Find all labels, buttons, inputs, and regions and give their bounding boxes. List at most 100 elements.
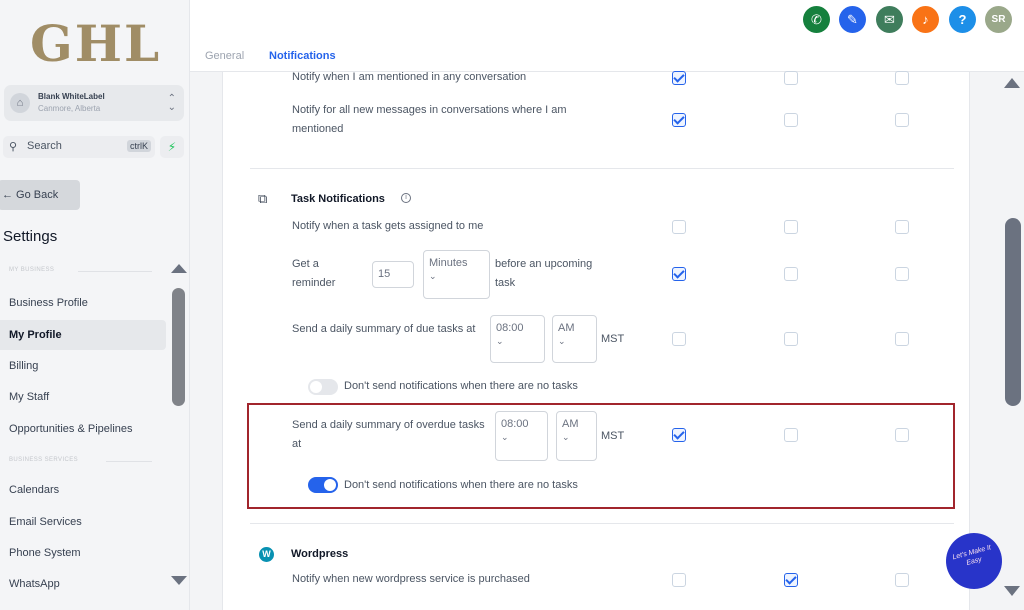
due-timezone: MST [601,333,625,345]
sidebar-scrollbar-thumb[interactable] [172,288,185,406]
checkbox-mention-col2[interactable] [784,71,798,85]
settings-title: Settings [3,228,58,245]
due-no-tasks-toggle[interactable] [308,379,338,395]
search-icon: ⚲ [9,141,18,153]
divider [106,461,152,462]
reminder-suffix: before an upcoming task [495,258,593,289]
divider [250,168,954,169]
checkbox-assigned-col2[interactable] [784,220,798,234]
sidebar-item-my-staff[interactable]: My Staff [0,382,166,412]
overdue-no-tasks-label: Don't send notifications when there are … [344,479,578,491]
bell-icon[interactable]: ♪ [912,6,939,33]
checkbox-due-col2[interactable] [784,332,798,346]
checkbox-overdue-col3[interactable] [895,428,909,442]
account-avatar-icon: ⌂ [10,93,30,113]
checkbox-wordpress-col1[interactable] [672,573,686,587]
overdue-timezone: MST [601,430,625,442]
scroll-down-icon[interactable] [1004,586,1020,596]
chevron-down-icon: ⌄ [558,336,566,346]
reminder-unit-select[interactable]: Minutes ⌄ [423,250,490,299]
checkbox-due-col3[interactable] [895,332,909,346]
toggle-knob [310,381,322,393]
sidebar-item-billing[interactable]: Billing [0,351,166,381]
overdue-summary-label: Send a daily summary of overdue tasks at [292,419,485,450]
sidebar-item-opportunities-pipelines[interactable]: Opportunities & Pipelines [0,414,166,444]
chevron-down-icon: ⌄ [501,432,509,442]
sidebar-scroll-up-icon[interactable] [171,264,187,273]
overdue-time-select[interactable]: 08:00 ⌄ [495,411,548,461]
section-label-my-business: MY BUSINESS [9,267,55,273]
user-avatar[interactable]: SR [985,6,1012,33]
row-mentioned-conversation: Notify when I am mentioned in any conver… [292,71,527,83]
chevron-down-icon: ⌄ [429,271,437,281]
search-input[interactable]: ⚲ Search ctrlK [3,136,155,158]
divider [250,523,954,524]
scroll-up-icon[interactable] [1004,78,1020,88]
sidebar-item-my-profile[interactable]: My Profile [0,320,166,350]
checkbox-allmsg-col3[interactable] [895,113,909,127]
checkbox-reminder-col1[interactable] [672,267,686,281]
due-time-value: 08:00 [496,322,524,334]
due-ampm-value: AM [558,322,575,334]
wordpress-icon: W [259,547,274,562]
checkbox-reminder-col3[interactable] [895,267,909,281]
task-notifications-title: Task Notifications [291,193,385,205]
account-location: Canmore, Alberta [38,104,101,113]
phone-icon[interactable]: ✆ [803,6,830,33]
wordpress-title: Wordpress [291,548,349,560]
checkbox-assigned-col3[interactable] [895,220,909,234]
account-switcher[interactable]: ⌂ Blank WhiteLabel Canmore, Alberta ⌃ ⌄ [4,85,184,121]
checkbox-allmsg-col1[interactable] [672,113,686,127]
row-task-assigned: Notify when a task gets assigned to me [292,220,484,232]
tab-general[interactable]: General [205,50,244,62]
checkbox-mention-col1[interactable] [672,71,686,85]
due-summary-label: Send a daily summary of due tasks at [292,323,476,335]
divider [78,271,152,272]
magic-wand-icon[interactable]: ✎ [839,6,866,33]
task-copy-icon: ⧉ [258,191,268,206]
overdue-no-tasks-toggle[interactable] [308,477,338,493]
company-logo: GHL [30,14,162,73]
checkbox-mention-col3[interactable] [895,71,909,85]
help-icon[interactable]: ? [949,6,976,33]
sidebar-scroll-down-icon[interactable] [171,576,187,585]
section-label-business-services: BUSINESS SERVICES [9,457,79,463]
chevron-down-icon: ⌄ [496,336,504,346]
checkbox-wordpress-col3[interactable] [895,573,909,587]
due-ampm-select[interactable]: AM ⌄ [552,315,597,363]
info-icon[interactable]: i [401,193,411,203]
chevron-up-down-icon: ⌃ ⌄ [167,93,176,113]
checkbox-overdue-col2[interactable] [784,428,798,442]
sidebar: GHL ⌂ Blank WhiteLabel Canmore, Alberta … [0,0,190,610]
checkbox-allmsg-col2[interactable] [784,113,798,127]
megaphone-icon[interactable]: ✉ [876,6,903,33]
overdue-ampm-select[interactable]: AM ⌄ [556,411,597,461]
go-back-button[interactable]: ← Go Back [0,180,80,210]
tab-notifications[interactable]: Notifications [269,50,336,62]
due-no-tasks-label: Don't send notifications when there are … [344,380,578,392]
chevron-down-icon: ⌄ [562,432,570,442]
search-placeholder: Search [27,140,62,152]
checkbox-assigned-col1[interactable] [672,220,686,234]
checkbox-overdue-col1[interactable] [672,428,686,442]
checkbox-reminder-col2[interactable] [784,267,798,281]
scrollbar-thumb[interactable] [1005,218,1021,406]
row-wordpress-purchased: Notify when new wordpress service is pur… [292,573,530,585]
toggle-knob [324,479,336,491]
sidebar-item-whatsapp[interactable]: WhatsApp [0,569,166,599]
search-shortcut: ctrlK [127,140,151,152]
sidebar-item-email-services[interactable]: Email Services [0,507,166,537]
checkbox-due-col1[interactable] [672,332,686,346]
checkbox-wordpress-col2[interactable] [784,573,798,587]
quick-action-bolt-icon[interactable]: ⚡ [160,136,184,158]
account-name: Blank WhiteLabel [38,92,105,101]
overdue-time-value: 08:00 [501,418,529,430]
reminder-label: Get a reminder [292,258,336,289]
sidebar-item-calendars[interactable]: Calendars [0,475,166,505]
sidebar-item-phone-system[interactable]: Phone System [0,538,166,568]
row-all-new-messages: Notify for all new messages in conversat… [292,104,567,135]
due-time-select[interactable]: 08:00 ⌄ [490,315,545,363]
reminder-value-input[interactable]: 15 [372,261,414,288]
overdue-ampm-value: AM [562,418,579,430]
sidebar-item-business-profile[interactable]: Business Profile [0,288,166,318]
